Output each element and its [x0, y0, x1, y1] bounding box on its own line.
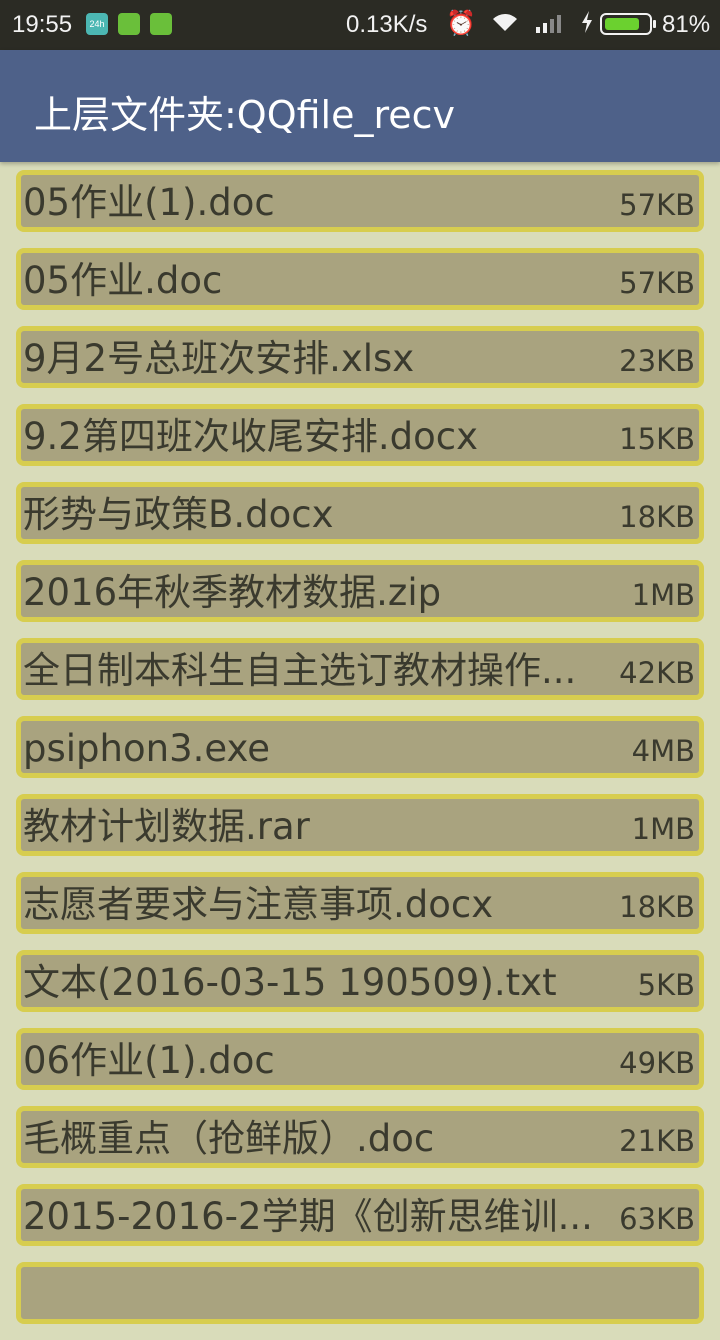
- file-size: 18KB: [619, 500, 695, 534]
- battery-percent: 81%: [662, 11, 711, 38]
- android-icon: [150, 13, 172, 35]
- file-size: 1MB: [631, 578, 695, 612]
- file-list-item[interactable]: 05作业(1).doc 57KB: [16, 170, 704, 232]
- status-bar: 19:55 24h 0.13K/s ⏰ 81%: [0, 0, 720, 50]
- file-size: 42KB: [619, 656, 695, 690]
- parent-folder-title[interactable]: 上层文件夹:QQfile_recv: [34, 84, 455, 139]
- file-name: 06作业(1).doc: [23, 1041, 275, 1081]
- wifi-icon: [490, 9, 520, 42]
- signal-icon: [534, 9, 568, 42]
- charging-icon: [580, 9, 594, 42]
- file-list-item[interactable]: 9月2号总班次安排.xlsx 23KB: [16, 326, 704, 388]
- file-size: 23KB: [619, 344, 695, 378]
- file-size: 57KB: [619, 266, 695, 300]
- file-list-item[interactable]: 毛概重点（抢鲜版）.doc 21KB: [16, 1106, 704, 1168]
- file-name: 05作业.doc: [23, 261, 223, 301]
- file-name: 形势与政策B.docx: [23, 495, 334, 535]
- status-time: 19:55: [12, 11, 73, 38]
- file-list-item[interactable]: 06作业(1).doc 49KB: [16, 1028, 704, 1090]
- file-name: 9月2号总班次安排.xlsx: [23, 339, 415, 379]
- file-name: 全日制本科生自主选订教材操作...: [23, 651, 577, 691]
- file-size: 5KB: [637, 968, 695, 1002]
- file-name: psiphon3.exe: [23, 729, 271, 769]
- file-size: 57KB: [619, 188, 695, 222]
- file-size: 18KB: [619, 890, 695, 924]
- file-list-item[interactable]: 教材计划数据.rar 1MB: [16, 794, 704, 856]
- file-size: 1MB: [631, 812, 695, 846]
- battery-saver-icon: [118, 13, 140, 35]
- 24h-app-icon: 24h: [86, 13, 108, 35]
- file-list-item[interactable]: 9.2第四班次收尾安排.docx 15KB: [16, 404, 704, 466]
- file-size: 15KB: [619, 422, 695, 456]
- file-name: 2015-2016-2学期《创新思维训...: [23, 1197, 593, 1237]
- battery-icon: [600, 13, 656, 35]
- file-list-item[interactable]: 2016年秋季教材数据.zip 1MB: [16, 560, 704, 622]
- file-name: 教材计划数据.rar: [23, 807, 310, 847]
- file-size: 49KB: [619, 1046, 695, 1080]
- file-list-item[interactable]: 志愿者要求与注意事项.docx 18KB: [16, 872, 704, 934]
- file-size: 63KB: [619, 1202, 695, 1236]
- file-name: 9.2第四班次收尾安排.docx: [23, 417, 478, 457]
- file-list-item[interactable]: psiphon3.exe 4MB: [16, 716, 704, 778]
- file-list-item[interactable]: 2015-2016-2学期《创新思维训... 63KB: [16, 1184, 704, 1246]
- file-name: 志愿者要求与注意事项.docx: [23, 885, 494, 925]
- file-name: 毛概重点（抢鲜版）.doc: [23, 1119, 435, 1159]
- file-list-item[interactable]: 文本(2016-03-15 190509).txt 5KB: [16, 950, 704, 1012]
- app-bar: 上层文件夹:QQfile_recv: [0, 50, 720, 162]
- file-size: 4MB: [631, 734, 695, 768]
- file-list-item[interactable]: 全日制本科生自主选订教材操作... 42KB: [16, 638, 704, 700]
- file-name: 05作业(1).doc: [23, 183, 275, 223]
- file-name: 文本(2016-03-15 190509).txt: [23, 963, 557, 1003]
- file-list-item[interactable]: 形势与政策B.docx 18KB: [16, 482, 704, 544]
- network-speed: 0.13K/s: [346, 11, 428, 38]
- file-name: 2016年秋季教材数据.zip: [23, 573, 442, 613]
- file-list: 05作业(1).doc 57KB 05作业.doc 57KB 9月2号总班次安排.xls…: [0, 170, 720, 1340]
- file-list-item[interactable]: 05作业.doc 57KB: [16, 248, 704, 310]
- alarm-icon: ⏰: [446, 10, 476, 37]
- file-list-item[interactable]: [16, 1262, 704, 1324]
- file-size: 21KB: [619, 1124, 695, 1158]
